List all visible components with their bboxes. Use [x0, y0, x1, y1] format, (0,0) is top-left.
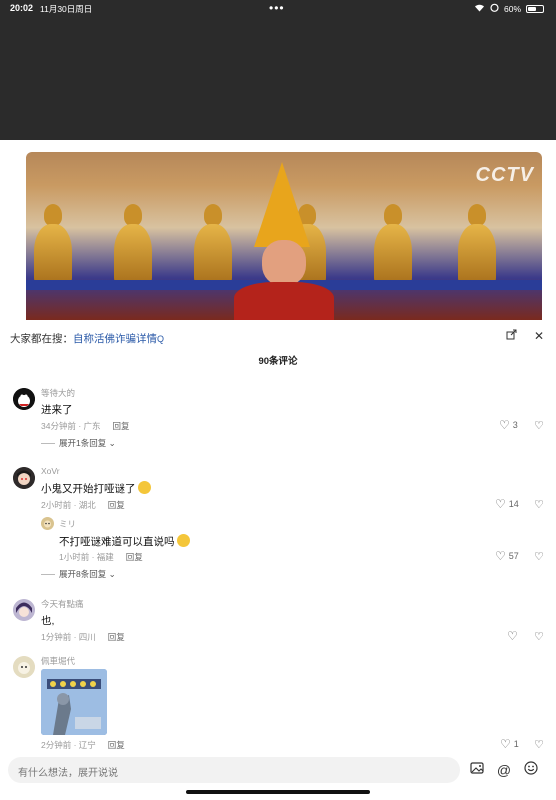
- like-button[interactable]: ♡ 3: [499, 418, 518, 432]
- buddha-statue: [34, 204, 72, 284]
- emoji-icon[interactable]: [522, 761, 540, 779]
- like-count: 3: [512, 420, 518, 430]
- like-button[interactable]: ♡ 14: [495, 497, 519, 511]
- comment-text: 小鬼又开始打哑谜了: [41, 481, 151, 496]
- video-dark-area: [0, 0, 556, 140]
- heart-icon: ♡: [499, 418, 510, 432]
- like-count: 1: [513, 739, 519, 749]
- like-count: 14: [508, 499, 519, 509]
- comment-input-bar: 有什么想法，展开说说 @: [0, 755, 556, 785]
- time-location: 1小时前 · 福建: [59, 552, 114, 562]
- video-watermark: CCTV: [475, 164, 534, 186]
- buddha-statue: [194, 204, 232, 284]
- heart-icon: ♡: [500, 737, 511, 751]
- reply-button[interactable]: 回复: [108, 632, 125, 642]
- video-player[interactable]: CCTV: [26, 152, 542, 320]
- expand-label: 展开1条回复: [59, 438, 107, 448]
- avatar[interactable]: [41, 517, 54, 530]
- buddha-statue: [458, 204, 496, 284]
- chevron-down-icon: ⌄: [106, 569, 116, 579]
- share-icon[interactable]: [503, 328, 519, 344]
- expand-label: 展开8条回复: [59, 569, 107, 579]
- username[interactable]: 今天有點痛: [41, 598, 84, 610]
- search-prefix: 大家都在搜：: [10, 333, 73, 345]
- comment-meta: 2小时前 · 湖北 回复: [41, 499, 125, 511]
- comment-image[interactable]: [41, 669, 107, 735]
- avatar[interactable]: [13, 656, 35, 678]
- buddha-statue: [114, 204, 152, 284]
- search-suggestion[interactable]: 大家都在搜：自称活佛诈骗详情Q: [10, 331, 164, 346]
- comment-input[interactable]: 有什么想法，展开说说: [8, 757, 460, 783]
- reply-button[interactable]: 回复: [108, 740, 125, 750]
- dislike-icon[interactable]: ♡: [534, 550, 544, 563]
- avatar[interactable]: [13, 467, 35, 489]
- time-location: 1分钟前 · 四川: [41, 632, 96, 642]
- dislike-icon[interactable]: ♡: [534, 630, 544, 643]
- comment-meta: 1小时前 · 福建 回复: [59, 551, 143, 563]
- comment-text-content: 不打哑谜难道可以直说吗: [59, 536, 175, 548]
- time-location: 2小时前 · 湖北: [41, 500, 96, 510]
- comment-text-content: 小鬼又开始打哑谜了: [41, 483, 136, 495]
- monk-figure: [234, 162, 334, 320]
- reply-button[interactable]: 回复: [126, 552, 143, 562]
- comment-sheet: 大家都在搜：自称活佛诈骗详情Q ✕ 90条评论 等待大的 进来了 34分钟前 ·…: [0, 320, 556, 800]
- like-count: 57: [508, 551, 519, 561]
- status-bar: 20:02 11月30日周日 ••• 60%: [0, 0, 556, 18]
- buddha-statue: [374, 204, 412, 284]
- expand-replies[interactable]: 展开8条回复 ⌄: [41, 568, 116, 580]
- reply-button[interactable]: 回复: [108, 500, 125, 510]
- username[interactable]: ミリ: [59, 518, 76, 530]
- image-icon[interactable]: [468, 761, 486, 779]
- comment-text: 进来了: [41, 404, 73, 416]
- home-indicator[interactable]: [186, 790, 370, 794]
- comment-count: 90条评论: [258, 356, 298, 367]
- at-icon[interactable]: @: [495, 761, 513, 779]
- alarm-icon: [490, 3, 499, 14]
- status-time: 20:02: [10, 3, 34, 13]
- search-icon: Q: [157, 334, 165, 344]
- more-dots-icon[interactable]: •••: [269, 1, 285, 15]
- battery-icon: [526, 4, 544, 13]
- comment-text: 也,: [41, 615, 55, 627]
- heart-icon: ♡: [495, 549, 506, 563]
- wifi-icon: [474, 3, 485, 14]
- comment-meta: 1分钟前 · 四川 回复: [41, 631, 125, 643]
- dislike-icon[interactable]: ♡: [534, 738, 544, 751]
- dislike-icon[interactable]: ♡: [534, 498, 544, 511]
- like-button[interactable]: ♡ 1: [500, 737, 519, 751]
- battery-text: 60%: [503, 3, 521, 14]
- emoji-sticker-icon: [176, 534, 190, 547]
- avatar[interactable]: [13, 599, 35, 621]
- status-date: 11月30日周日: [40, 4, 93, 14]
- heart-icon: ♡: [495, 497, 506, 511]
- time-location: 34分钟前 · 广东: [41, 421, 101, 431]
- avatar[interactable]: [13, 388, 35, 410]
- expand-replies[interactable]: 展开1条回复 ⌄: [41, 437, 116, 449]
- dislike-icon[interactable]: ♡: [534, 419, 544, 432]
- username[interactable]: 等待大的: [41, 387, 75, 399]
- heart-icon: ♡: [507, 629, 518, 643]
- close-icon[interactable]: ✕: [531, 328, 547, 344]
- like-button[interactable]: ♡: [507, 629, 518, 643]
- search-link[interactable]: 自称活佛诈骗详情: [73, 333, 157, 345]
- username[interactable]: 佩車堀代: [41, 655, 75, 667]
- chevron-down-icon: ⌄: [106, 438, 116, 448]
- like-button[interactable]: ♡ 57: [495, 549, 519, 563]
- emoji-sticker-icon: [137, 481, 151, 494]
- video-container: CCTV: [0, 140, 556, 320]
- comment-meta: 2分钟前 · 辽宁 回复: [41, 739, 125, 751]
- comment-text: 不打哑谜难道可以直说吗: [59, 534, 190, 549]
- username[interactable]: XoVr: [41, 466, 60, 476]
- time-location: 2分钟前 · 辽宁: [41, 740, 96, 750]
- reply-button[interactable]: 回复: [113, 421, 130, 431]
- comment-meta: 34分钟前 · 广东 回复: [41, 420, 130, 432]
